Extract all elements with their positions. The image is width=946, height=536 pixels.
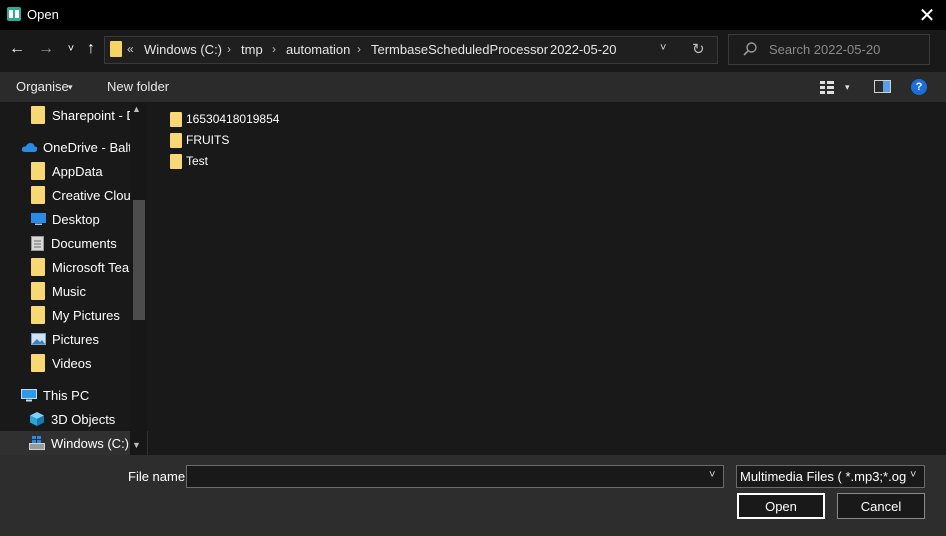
sidebar-item-label: This PC bbox=[43, 387, 90, 403]
sidebar-item-documents[interactable]: Documents bbox=[0, 231, 148, 255]
file-name-label: File name: bbox=[128, 469, 189, 484]
cube-icon bbox=[30, 412, 44, 426]
new-folder-button[interactable]: New folder bbox=[107, 79, 169, 94]
breadcrumb-overflow[interactable]: « bbox=[127, 42, 134, 56]
recent-locations-button[interactable]: ˅ bbox=[61, 38, 81, 60]
refresh-icon[interactable]: ↻ bbox=[692, 40, 705, 58]
sidebar-item-onedrive[interactable]: OneDrive - Balth bbox=[0, 135, 148, 159]
forward-button[interactable]: → bbox=[36, 38, 56, 60]
breadcrumb-separator[interactable]: › bbox=[536, 42, 540, 56]
sidebar-item-music[interactable]: Music bbox=[0, 279, 148, 303]
breadcrumb-windows-c[interactable]: Windows (C:) bbox=[144, 42, 222, 57]
view-caret-icon[interactable]: ▾ bbox=[845, 82, 850, 93]
desktop-icon bbox=[31, 213, 46, 225]
folder-icon bbox=[170, 132, 182, 148]
sidebar-item-label: AppData bbox=[52, 163, 103, 179]
help-icon[interactable]: ? bbox=[911, 79, 927, 95]
folder-icon bbox=[170, 153, 182, 169]
cancel-button[interactable]: Cancel bbox=[837, 493, 925, 519]
file-name-dropdown-icon[interactable]: ˅ bbox=[709, 469, 715, 481]
sidebar-item-label: My Pictures bbox=[52, 307, 120, 323]
scrollbar-thumb[interactable] bbox=[133, 200, 145, 320]
sidebar-item-this-pc[interactable]: This PC bbox=[0, 383, 148, 407]
app-icon bbox=[7, 7, 21, 21]
cloud-icon bbox=[21, 142, 38, 152]
folder-icon bbox=[31, 306, 45, 324]
breadcrumb-termbase[interactable]: TermbaseScheduledProcessor bbox=[371, 42, 548, 57]
file-name: FRUITS bbox=[186, 133, 230, 147]
navigation-pane[interactable]: Sharepoint - Dc OneDrive - Balth AppData… bbox=[0, 103, 148, 455]
folder-icon bbox=[31, 258, 45, 276]
list-item[interactable]: Test bbox=[170, 152, 208, 170]
forward-arrow-icon: → bbox=[38, 40, 54, 57]
sidebar-item-label: Desktop bbox=[52, 211, 100, 227]
breadcrumb-separator[interactable]: › bbox=[227, 42, 231, 56]
computer-icon bbox=[21, 388, 37, 401]
sidebar-item-sharepoint[interactable]: Sharepoint - Dc bbox=[0, 103, 148, 127]
sidebar-item-label: 3D Objects bbox=[51, 411, 116, 427]
documents-icon bbox=[31, 235, 44, 251]
view-options-icon[interactable] bbox=[820, 80, 834, 94]
folder-icon bbox=[170, 111, 182, 127]
organise-caret-icon[interactable]: ▾ bbox=[68, 82, 73, 93]
sidebar-item-videos[interactable]: Videos bbox=[0, 351, 148, 375]
folder-icon bbox=[31, 282, 45, 300]
sidebar-item-desktop[interactable]: Desktop bbox=[0, 207, 148, 231]
sidebar-item-3d-objects[interactable]: 3D Objects bbox=[0, 407, 148, 431]
file-name-input[interactable] bbox=[186, 465, 724, 488]
organise-button[interactable]: Organise bbox=[16, 79, 69, 94]
preview-pane-icon[interactable] bbox=[874, 80, 891, 93]
file-list[interactable] bbox=[150, 103, 946, 455]
sidebar-item-label: Pictures bbox=[52, 331, 99, 347]
file-type-dropdown-icon[interactable]: ˅ bbox=[910, 469, 916, 481]
breadcrumb-separator[interactable]: › bbox=[357, 42, 361, 56]
list-item[interactable]: FRUITS bbox=[170, 131, 229, 149]
close-icon: ✕ bbox=[918, 4, 936, 27]
file-name: Test bbox=[186, 154, 209, 168]
up-arrow-icon: ↑ bbox=[87, 40, 95, 57]
title-bar bbox=[0, 0, 946, 30]
sidebar-item-microsoft-teams[interactable]: Microsoft Team bbox=[0, 255, 148, 279]
sidebar-item-label: Creative Cloud bbox=[52, 187, 138, 203]
sidebar-item-creative-cloud[interactable]: Creative Cloud bbox=[0, 183, 148, 207]
sidebar-item-label: Music bbox=[52, 283, 86, 299]
search-placeholder[interactable]: Search 2022-05-20 bbox=[769, 42, 880, 57]
breadcrumb-tmp[interactable]: tmp bbox=[241, 42, 263, 57]
window-title: Open bbox=[27, 7, 59, 22]
sidebar-item-label: Videos bbox=[52, 355, 92, 371]
list-item[interactable]: 16530418019854 bbox=[170, 110, 279, 128]
sidebar-item-pictures[interactable]: Pictures bbox=[0, 327, 148, 351]
search-icon bbox=[743, 42, 757, 56]
address-folder-icon bbox=[110, 41, 122, 57]
file-name: 16530418019854 bbox=[186, 112, 280, 126]
pictures-icon bbox=[31, 333, 46, 345]
folder-icon bbox=[31, 106, 45, 124]
sidebar-item-appdata[interactable]: AppData bbox=[0, 159, 148, 183]
sidebar-item-label: Documents bbox=[51, 235, 117, 251]
back-button[interactable]: ← bbox=[7, 38, 27, 60]
folder-icon bbox=[31, 162, 45, 180]
drive-icon bbox=[29, 436, 45, 450]
sidebar-item-label: Microsoft Team bbox=[52, 259, 140, 275]
breadcrumb-automation[interactable]: automation bbox=[286, 42, 350, 57]
up-button[interactable]: ↑ bbox=[81, 38, 101, 60]
breadcrumb-2022-05-20[interactable]: 2022-05-20 bbox=[550, 42, 617, 57]
sidebar-item-label: Windows (C:) bbox=[51, 435, 130, 451]
chevron-down-icon: ˅ bbox=[67, 43, 75, 55]
open-button[interactable]: Open bbox=[737, 493, 825, 519]
close-button[interactable]: ✕ bbox=[912, 0, 942, 30]
folder-icon bbox=[31, 354, 45, 372]
sidebar-item-my-pictures[interactable]: My Pictures bbox=[0, 303, 148, 327]
scroll-down-icon[interactable]: ▼ bbox=[132, 440, 141, 450]
address-dropdown-icon[interactable]: ˅ bbox=[660, 42, 666, 54]
file-type-value[interactable]: Multimedia Files ( *.mp3;*.oga;*.ogg;*.w… bbox=[740, 469, 906, 484]
back-arrow-icon: ← bbox=[9, 40, 25, 57]
sidebar-item-label: OneDrive - Balth bbox=[43, 139, 140, 155]
sidebar-item-windows-c[interactable]: Windows (C:) bbox=[0, 431, 148, 455]
scroll-up-icon[interactable]: ▲ bbox=[132, 104, 141, 114]
breadcrumb-separator[interactable]: › bbox=[272, 42, 276, 56]
folder-icon bbox=[31, 186, 45, 204]
sidebar-item-label: Sharepoint - Dc bbox=[52, 107, 143, 123]
